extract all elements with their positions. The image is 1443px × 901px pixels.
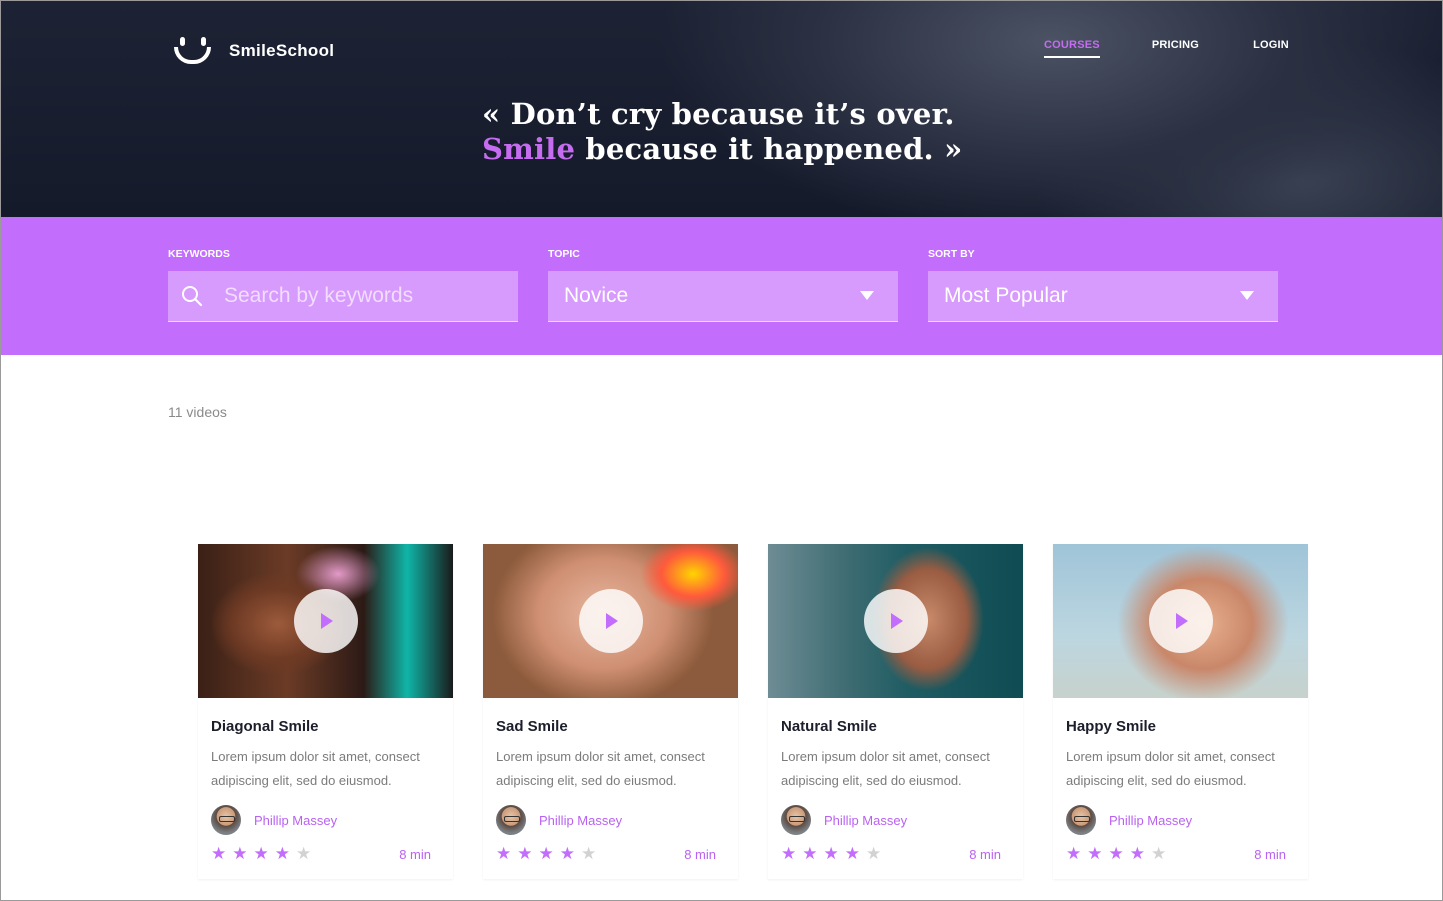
video-author[interactable]: Phillip Massey [1066, 805, 1192, 835]
video-title[interactable]: Natural Smile [781, 718, 877, 735]
search-placeholder: Search by keywords [224, 284, 414, 307]
video-title[interactable]: Diagonal Smile [211, 718, 319, 735]
topic-value: Novice [564, 284, 629, 307]
video-duration: 8 min [399, 847, 431, 862]
star-empty-icon: ★ [581, 844, 597, 864]
quote-highlight: Smile [482, 132, 576, 166]
avatar [1066, 805, 1096, 835]
star-empty-icon: ★ [296, 844, 312, 864]
avatar [781, 805, 811, 835]
nav-login[interactable]: LOGIN [1253, 39, 1289, 58]
keywords-label: KEYWORDS [168, 248, 230, 260]
star-filled-icon: ★ [517, 844, 533, 864]
video-description: Lorem ipsum dolor sit amet, consect adip… [211, 749, 420, 788]
page: SmileSchool COURSES PRICING LOGIN « Don’… [0, 0, 1443, 901]
video-thumbnail[interactable] [198, 544, 453, 698]
star-filled-icon: ★ [538, 844, 554, 864]
hero-quote: « Don’t cry because it’s over. Smile bec… [482, 97, 962, 167]
play-icon[interactable] [1149, 589, 1213, 653]
video-duration: 8 min [684, 847, 716, 862]
video-thumbnail[interactable] [768, 544, 1023, 698]
sort-select[interactable]: Most Popular [928, 271, 1278, 322]
video-author[interactable]: Phillip Massey [781, 805, 907, 835]
video-description: Lorem ipsum dolor sit amet, consect adip… [1066, 749, 1275, 788]
topic-select[interactable]: Novice [548, 271, 898, 322]
star-filled-icon: ★ [802, 844, 818, 864]
quote-line-2-rest: because it happened. » [575, 132, 963, 166]
star-filled-icon: ★ [232, 844, 248, 864]
star-empty-icon: ★ [866, 844, 882, 864]
video-card[interactable]: Happy Smile Lorem ipsum dolor sit amet, … [1053, 544, 1308, 879]
play-icon[interactable] [579, 589, 643, 653]
quote-line-2: Smile because it happened. » [482, 132, 962, 167]
author-name[interactable]: Phillip Massey [539, 813, 622, 828]
search-input[interactable]: Search by keywords [168, 271, 518, 322]
video-duration: 8 min [1254, 847, 1286, 862]
star-filled-icon: ★ [781, 844, 797, 864]
star-filled-icon: ★ [496, 844, 512, 864]
hero-header: SmileSchool COURSES PRICING LOGIN « Don’… [1, 1, 1442, 217]
video-card[interactable]: Diagonal Smile Lorem ipsum dolor sit ame… [198, 544, 453, 879]
sort-label: SORT BY [928, 248, 975, 260]
author-name[interactable]: Phillip Massey [254, 813, 337, 828]
star-filled-icon: ★ [1108, 844, 1124, 864]
video-title[interactable]: Sad Smile [496, 718, 568, 735]
nav-pricing[interactable]: PRICING [1152, 39, 1199, 58]
search-icon [182, 286, 203, 307]
video-description: Lorem ipsum dolor sit amet, consect adip… [496, 749, 705, 788]
video-author[interactable]: Phillip Massey [211, 805, 337, 835]
video-card[interactable]: Natural Smile Lorem ipsum dolor sit amet… [768, 544, 1023, 879]
star-rating: ★ ★ ★ ★ ★ [211, 845, 317, 863]
avatar [496, 805, 526, 835]
smile-logo-icon [173, 35, 213, 67]
star-filled-icon: ★ [1087, 844, 1103, 864]
star-empty-icon: ★ [1151, 844, 1167, 864]
video-title[interactable]: Happy Smile [1066, 718, 1156, 735]
chevron-down-icon [1240, 291, 1254, 300]
star-filled-icon: ★ [1066, 844, 1082, 864]
video-author[interactable]: Phillip Massey [496, 805, 622, 835]
star-filled-icon: ★ [253, 844, 269, 864]
chevron-down-icon [860, 291, 874, 300]
avatar [211, 805, 241, 835]
play-icon[interactable] [864, 589, 928, 653]
play-icon[interactable] [294, 589, 358, 653]
filter-bar: KEYWORDS Search by keywords TOPIC Novice… [1, 217, 1442, 355]
video-thumbnail[interactable] [1053, 544, 1308, 698]
brand-name: SmileSchool [229, 41, 335, 60]
topic-label: TOPIC [548, 248, 580, 260]
star-filled-icon: ★ [211, 844, 227, 864]
star-filled-icon: ★ [844, 844, 860, 864]
video-thumbnail[interactable] [483, 544, 738, 698]
video-duration: 8 min [969, 847, 1001, 862]
star-filled-icon: ★ [823, 844, 839, 864]
star-rating: ★ ★ ★ ★ ★ [496, 845, 602, 863]
star-filled-icon: ★ [1129, 844, 1145, 864]
video-card[interactable]: Sad Smile Lorem ipsum dolor sit amet, co… [483, 544, 738, 879]
author-name[interactable]: Phillip Massey [824, 813, 907, 828]
star-filled-icon: ★ [559, 844, 575, 864]
video-description: Lorem ipsum dolor sit amet, consect adip… [781, 749, 990, 788]
star-filled-icon: ★ [274, 844, 290, 864]
sort-value: Most Popular [944, 284, 1068, 307]
main-nav: COURSES PRICING LOGIN [1044, 39, 1289, 58]
quote-line-1: « Don’t cry because it’s over. [482, 97, 955, 131]
star-rating: ★ ★ ★ ★ ★ [1066, 845, 1172, 863]
nav-courses[interactable]: COURSES [1044, 39, 1100, 58]
results-count: 11 videos [168, 404, 227, 420]
brand-logo[interactable]: SmileSchool [173, 35, 334, 67]
star-rating: ★ ★ ★ ★ ★ [781, 845, 887, 863]
author-name[interactable]: Phillip Massey [1109, 813, 1192, 828]
